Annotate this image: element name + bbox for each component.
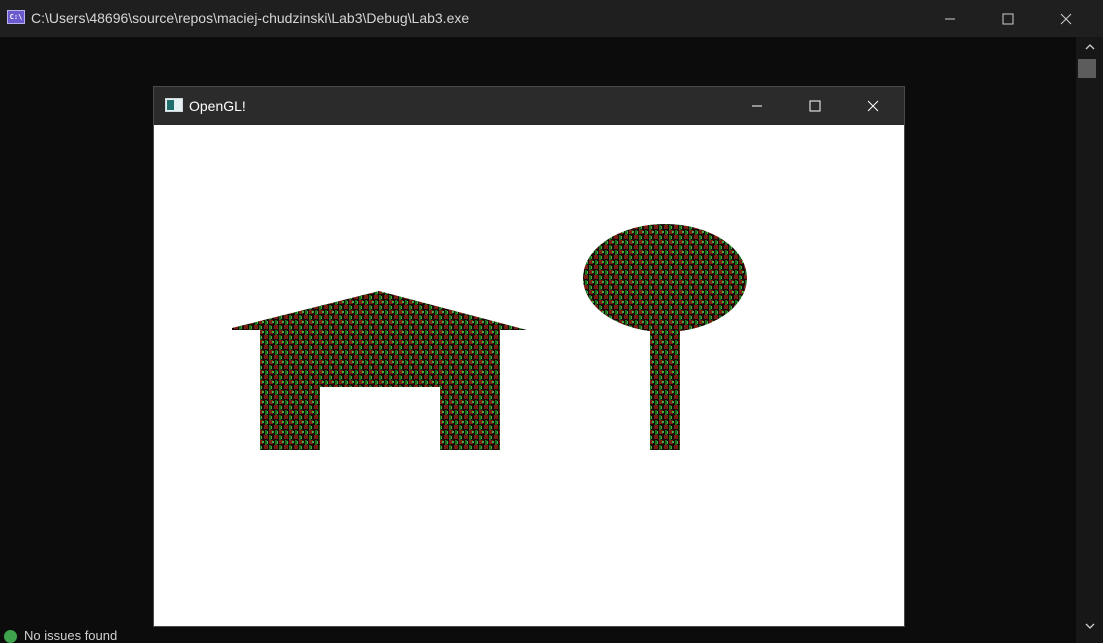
house-shape [232, 291, 527, 450]
scroll-up-button[interactable] [1083, 41, 1096, 53]
console-maximize-button[interactable] [979, 0, 1037, 37]
tree-shape [583, 224, 747, 450]
opengl-minimize-button[interactable] [728, 87, 786, 125]
opengl-render-canvas[interactable] [154, 125, 904, 626]
console-app-icon: C:\ [7, 10, 25, 24]
opengl-titlebar[interactable]: OpenGL! [154, 87, 904, 125]
maximize-icon [809, 100, 821, 112]
scroll-down-button[interactable] [1083, 620, 1096, 632]
status-bar: No issues found [0, 627, 240, 643]
console-minimize-button[interactable] [921, 0, 979, 37]
scroll-thumb[interactable] [1078, 59, 1096, 78]
minimize-icon [945, 18, 955, 19]
opengl-maximize-button[interactable] [786, 87, 844, 125]
opengl-window-title: OpenGL! [189, 98, 246, 114]
house-body [260, 330, 500, 450]
console-close-button[interactable] [1037, 0, 1095, 37]
window-app-icon [165, 98, 183, 112]
console-scrollbar[interactable] [1076, 37, 1103, 643]
check-circle-icon [4, 630, 17, 643]
opengl-scene [232, 224, 747, 450]
maximize-icon [1002, 13, 1014, 24]
minimize-icon [752, 105, 762, 107]
chevron-up-icon [1085, 44, 1094, 50]
house-roof [232, 291, 527, 330]
chevron-down-icon [1085, 623, 1094, 629]
tree-crown [583, 224, 747, 332]
console-titlebar: C:\ C:\Users\48696\source\repos\maciej-c… [0, 0, 1103, 37]
close-icon [1060, 13, 1072, 24]
tree-trunk [650, 330, 680, 450]
console-window-title: C:\Users\48696\source\repos\maciej-chudz… [31, 10, 470, 26]
close-icon [867, 100, 879, 112]
status-text: No issues found [24, 628, 118, 643]
opengl-close-button[interactable] [844, 87, 902, 125]
opengl-window: OpenGL! [153, 86, 905, 627]
